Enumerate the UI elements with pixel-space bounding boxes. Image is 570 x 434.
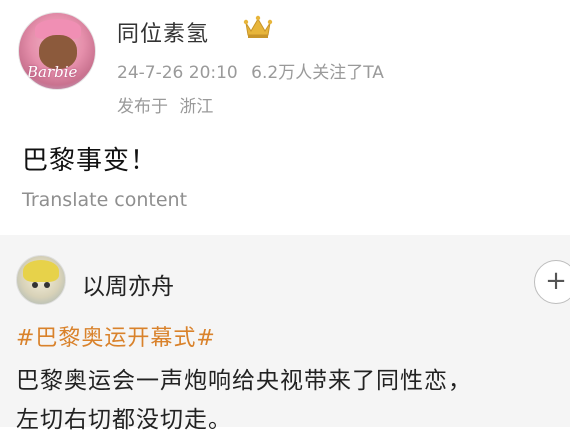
- translate-content-link[interactable]: Translate content: [22, 189, 187, 211]
- post-meta: 24-7-26 20:10 6.2万人关注了TA: [117, 58, 384, 83]
- avatar-logo-text: Barbie: [27, 63, 78, 81]
- reposted-weibo[interactable]: 以周亦舟 + #巴黎奥运开幕式# 巴黎奥运会一声炮响给央视带来了同性恋， 左切右…: [0, 235, 570, 433]
- crown-icon: [243, 15, 273, 38]
- location-prefix: 发布于: [117, 97, 168, 117]
- repost-user-avatar[interactable]: [16, 255, 66, 305]
- post-username[interactable]: 同位素氢: [117, 16, 209, 48]
- post-location: 发布于 浙江: [117, 92, 213, 117]
- post-timestamp: 24-7-26 20:10: [117, 63, 238, 83]
- repost-text-line-1: 巴黎奥运会一声炮响给央视带来了同性恋，: [16, 368, 472, 394]
- hashtag-link[interactable]: #巴黎奥运开幕式#: [16, 320, 216, 352]
- repost-username[interactable]: 以周亦舟: [82, 267, 174, 301]
- repost-text-line-2: 左切右切都没切走。: [16, 407, 232, 433]
- post-content: 巴黎事变！: [22, 146, 158, 176]
- avatar-eye-left: [32, 282, 38, 288]
- follower-count: 6.2万人关注了TA: [251, 63, 384, 83]
- avatar-eye-right: [44, 282, 50, 288]
- avatar-hair: [23, 260, 59, 282]
- weibo-post: Barbie 同位素氢 24-7-26 20:10 6.2万人关注了TA 发布于…: [0, 0, 570, 232]
- location-value: 浙江: [179, 97, 214, 117]
- user-avatar[interactable]: Barbie: [18, 12, 96, 90]
- follow-button[interactable]: +: [534, 260, 570, 304]
